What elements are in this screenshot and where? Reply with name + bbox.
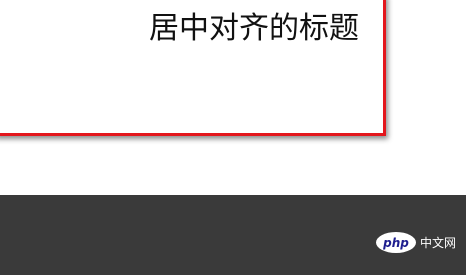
bordered-box: 居中对齐的标题 — [0, 0, 386, 136]
watermark: php 中文网 — [375, 232, 456, 253]
php-logo-icon: php — [375, 232, 416, 253]
content-area: 居中对齐的标题 — [0, 0, 466, 195]
site-label: 中文网 — [419, 235, 456, 250]
page-heading: 居中对齐的标题 — [149, 11, 359, 46]
php-logo-text: php — [383, 235, 409, 250]
bottom-bar: php 中文网 — [0, 195, 466, 275]
